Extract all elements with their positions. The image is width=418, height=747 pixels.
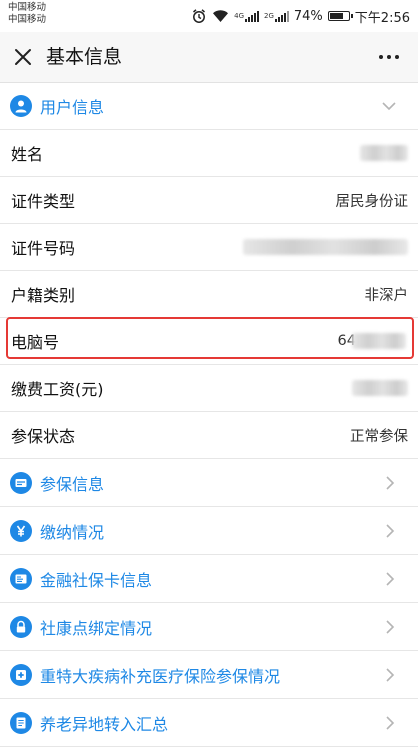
status-time: 下午2:56 (354, 10, 410, 26)
more-icon (379, 55, 383, 59)
redacted-mask-id-number (243, 239, 408, 255)
more-button[interactable] (374, 44, 404, 70)
main-content: 用户信息 姓名 证件类型 居民身份证 证件号码 户籍类别 非深户 电脑号 64 … (0, 83, 418, 747)
network-2: 2G (264, 12, 274, 20)
row-label-id-type: 证件类型 (11, 192, 76, 211)
redacted-mask-name (360, 145, 408, 161)
redacted-mask-computer-number (352, 333, 406, 349)
battery-fill (329, 13, 343, 19)
info-row-id-number: 证件号码 (0, 224, 418, 271)
row-value-household: 非深户 (364, 287, 409, 304)
info-row-insurance-status: 参保状态 正常参保 (0, 412, 418, 459)
nav-label-community-health: 社康点绑定情况 (40, 618, 153, 638)
chevron-right-icon (386, 668, 395, 682)
nav-item-financial-card[interactable]: 金融社保卡信息 (0, 555, 418, 603)
row-label-name: 姓名 (11, 145, 44, 164)
nav-item-insurance-info[interactable]: 参保信息 (0, 459, 418, 507)
chevron-down-icon (382, 102, 396, 111)
row-label-computer-number: 电脑号 (11, 333, 60, 352)
yuan-icon (10, 519, 32, 542)
carrier-2: 中国移动 (8, 14, 47, 25)
row-value-insurance-status: 正常参保 (350, 428, 408, 445)
info-row-name: 姓名 (0, 130, 418, 177)
nav-label-financial-card: 金融社保卡信息 (40, 570, 153, 590)
row-label-salary: 缴费工资(元) (11, 380, 104, 399)
status-bar: 中国移动 中国移动 4G 2G 74% 下午2:56 (0, 0, 418, 32)
lock-icon (10, 615, 32, 638)
chevron-right-icon (386, 524, 395, 538)
page-title: 基本信息 (46, 46, 123, 68)
row-label-id-number: 证件号码 (11, 239, 76, 258)
chevron-right-icon (386, 476, 395, 490)
nav-label-insurance-info: 参保信息 (40, 474, 105, 494)
nav-label-payment: 缴纳情况 (40, 522, 105, 542)
chevron-right-icon (386, 572, 395, 586)
battery-icon (327, 11, 353, 21)
nav-label-pension-transfer: 养老异地转入汇总 (40, 714, 169, 734)
signal-icon-2: 2G (264, 10, 289, 22)
nav-label-critical-illness: 重特大疾病补充医疗保险参保情况 (40, 666, 281, 686)
nav-item-critical-illness[interactable]: 重特大疾病补充医疗保险参保情况 (0, 651, 418, 699)
close-icon (15, 49, 31, 65)
info-row-household: 户籍类别 非深户 (0, 271, 418, 318)
info-row-salary: 缴费工资(元) (0, 365, 418, 412)
close-button[interactable] (10, 44, 36, 70)
id-card-icon (10, 567, 32, 590)
document-icon (10, 711, 32, 734)
info-row-id-type: 证件类型 居民身份证 (0, 177, 418, 224)
row-label-insurance-status: 参保状态 (11, 427, 76, 446)
card-icon (10, 471, 32, 494)
row-label-household: 户籍类别 (11, 286, 76, 305)
alarm-icon (191, 8, 207, 24)
wifi-icon (212, 9, 229, 23)
battery-percent: 74% (293, 8, 323, 24)
title-bar: 基本信息 (0, 32, 418, 83)
chevron-right-icon (386, 716, 395, 730)
network-1: 4G (234, 12, 244, 20)
chevron-right-icon (386, 620, 395, 634)
status-right: 4G 2G 74% 下午2:56 (191, 7, 410, 26)
nav-item-community-health[interactable]: 社康点绑定情况 (0, 603, 418, 651)
nav-item-pension-transfer[interactable]: 养老异地转入汇总 (0, 699, 418, 747)
info-row-computer-number: 电脑号 64 (0, 318, 418, 365)
medical-cross-icon (10, 663, 32, 686)
carrier-1: 中国移动 (8, 2, 47, 13)
user-info-section-header[interactable]: 用户信息 (0, 83, 418, 130)
signal-icon-1: 4G (234, 10, 259, 22)
nav-item-payment[interactable]: 缴纳情况 (0, 507, 418, 555)
row-value-id-type: 居民身份证 (335, 193, 409, 210)
redacted-mask-salary (352, 380, 408, 396)
user-icon (10, 95, 32, 117)
user-info-title: 用户信息 (40, 98, 105, 117)
